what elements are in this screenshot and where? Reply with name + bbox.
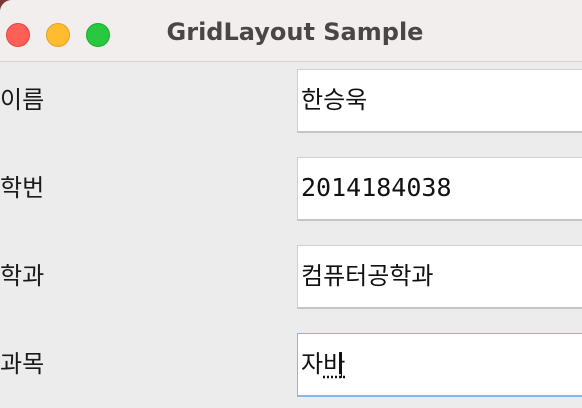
department-label: 학과: [0, 262, 45, 290]
name-label: 이름: [0, 86, 45, 114]
window-title: GridLayout Sample: [166, 18, 424, 46]
department-field[interactable]: 컴퓨터공학과: [297, 245, 582, 309]
student-id-field[interactable]: 2014184038: [297, 157, 582, 221]
subject-field[interactable]: 자바: [297, 333, 582, 397]
grid-form: 이름 한승욱 학번 2014184038 학과 컴퓨터공학과 과목 자바: [0, 62, 582, 408]
text-caret: [341, 352, 343, 378]
title-bar[interactable]: GridLayout Sample: [0, 0, 582, 62]
subject-label: 과목: [0, 350, 45, 378]
name-field[interactable]: 한승욱: [297, 69, 582, 133]
app-window: GridLayout Sample 이름 한승욱 학번 2014184038 학…: [0, 0, 582, 408]
student-id-label: 학번: [0, 174, 45, 202]
subject-field-committed-text: 자: [301, 350, 324, 378]
